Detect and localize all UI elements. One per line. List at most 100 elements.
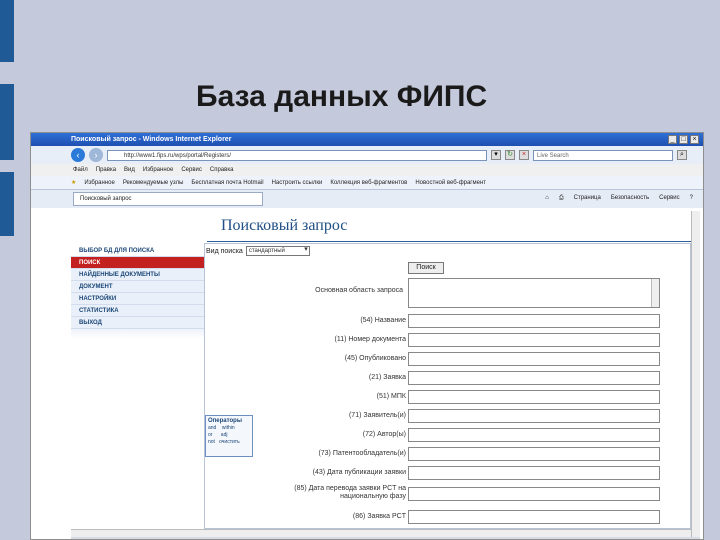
horizontal-scrollbar[interactable] [71,529,691,537]
minimize-icon[interactable]: _ [668,135,677,144]
maximize-icon[interactable]: □ [679,135,688,144]
application-field[interactable] [408,371,660,385]
clear-link[interactable]: очистить [219,439,240,445]
field-label: (45) Опубликовано [344,355,406,362]
search-form: Вид поиска стандартный Поиск Основная об… [204,243,691,529]
search-type-label: Вид поиска [206,247,243,255]
author-field[interactable] [408,428,660,442]
main-query-textarea[interactable] [408,278,660,308]
operator-link[interactable]: or [208,432,212,438]
ipc-field[interactable] [408,390,660,404]
operators-box: Операторы and within or adj not очистить [205,415,253,457]
menu-item[interactable]: Сервис [181,167,202,173]
sidebar-item-statistics[interactable]: СТАТИСТИКА [71,305,204,317]
main-area-label: Основная область запроса [315,287,403,294]
sidebar-item-select-db[interactable]: ВЫБОР БД ДЛЯ ПОИСКА [71,245,204,257]
operators-title: Операторы [208,418,242,424]
favorites-link[interactable]: Настроить ссылки [272,180,323,186]
applicant-field[interactable] [408,409,660,423]
page-content: Поисковый запрос ВЫБОР БД ДЛЯ ПОИСКА ПОИ… [71,211,691,529]
field-row: (51) МПК [205,390,692,406]
menu-item[interactable]: Правка [96,167,116,173]
operator-link[interactable]: and [208,425,216,431]
divider [207,241,691,242]
operator-link[interactable]: not [208,439,215,445]
help-icon[interactable]: ? [690,195,693,202]
browser-titlebar: Поисковый запрос - Windows Internet Expl… [31,133,703,146]
sidebar-item-exit[interactable]: ВЫХОД [71,317,204,329]
field-row: (73) Патентообладатель(и) [205,447,692,463]
security-menu[interactable]: Безопасность [611,195,649,202]
title-field[interactable] [408,314,660,328]
forward-icon[interactable]: › [89,148,103,162]
favorites-bar: ★ Избранное Рекомендуемые узлы Бесплатна… [31,176,703,190]
page-menu[interactable]: Страница [574,195,601,202]
refresh-icon[interactable]: ↻ [505,150,515,160]
menu-item[interactable]: Файл [73,167,88,173]
patent-holder-field[interactable] [408,447,660,461]
published-field[interactable] [408,352,660,366]
favorites-link[interactable]: Коллекция веб-фрагментов [330,180,407,186]
operator-link[interactable]: within [222,425,235,431]
star-icon[interactable]: ★ [71,179,76,186]
field-row: (11) Номер документа [205,333,692,349]
menu-bar: Файл Правка Вид Избранное Сервис Справка [31,164,703,176]
operator-link[interactable]: adj [221,432,228,438]
favorites-link[interactable]: Бесплатная почта Hotmail [191,180,263,186]
menu-fade [71,329,204,339]
sidebar-item-document[interactable]: ДОКУМЕНТ [71,281,204,293]
field-label: (54) Название [360,317,406,324]
textarea-scrollbar[interactable] [651,279,659,307]
tab-search-query[interactable]: Поисковый запрос [73,192,263,206]
search-type-row: Вид поиска стандартный [206,246,310,256]
field-label: (85) Дата перевода заявки PCT на национа… [294,485,406,500]
field-row: (71) Заявитель(и) [205,409,692,425]
print-icon[interactable]: ⎙ [559,195,564,202]
pct-national-phase-date-field[interactable] [408,487,660,501]
sidebar-item-settings[interactable]: НАСТРОЙКИ [71,293,204,305]
menu-item[interactable]: Справка [210,167,234,173]
menu-item[interactable]: Избранное [143,167,173,173]
search-icon[interactable]: ⌕ [677,150,687,160]
close-icon[interactable]: × [690,135,699,144]
field-label: (72) Автор(ы) [362,431,406,438]
document-number-field[interactable] [408,333,660,347]
slide-accent-bar [0,0,14,62]
window-title: Поисковый запрос - Windows Internet Expl… [71,136,232,143]
field-label: (21) Заявка [368,374,406,381]
search-button[interactable]: Поиск [408,262,444,274]
tab-row: Поисковый запрос ⌂ ⎙ Страница Безопаснос… [31,190,703,208]
vertical-scrollbar[interactable] [691,211,700,537]
favorites-button[interactable]: Избранное [84,180,114,186]
field-row: (54) Название [205,314,692,330]
home-icon[interactable]: ⌂ [545,195,549,202]
slide-accent-bar [0,172,14,236]
sidebar-item-search[interactable]: ПОИСК [71,257,204,269]
side-menu: ВЫБОР БД ДЛЯ ПОИСКА ПОИСК НАЙДЕННЫЕ ДОКУ… [71,245,204,339]
sidebar-item-found-documents[interactable]: НАЙДЕННЫЕ ДОКУМЕНТЫ [71,269,204,281]
field-row: (45) Опубликовано [205,352,692,368]
application-publication-date-field[interactable] [408,466,660,480]
field-label: (71) Заявитель(и) [348,412,406,419]
search-input[interactable]: Live Search [533,149,673,161]
slide: База данных ФИПС Поисковый запрос - Wind… [0,0,720,540]
favorites-link[interactable]: Рекомендуемые узлы [123,180,184,186]
pct-application-field[interactable] [408,510,660,524]
field-label: (11) Номер документа [334,336,407,343]
tools-menu[interactable]: Сервис [659,195,680,202]
menu-item[interactable]: Вид [124,167,135,173]
address-input[interactable]: http://www1.fips.ru/wps/portal/Registers… [107,149,487,161]
address-dropdown-icon[interactable]: ▾ [491,150,501,160]
back-icon[interactable]: ‹ [71,148,85,162]
field-label: (51) МПК [376,393,406,400]
field-label: (43) Дата публикации заявки [312,469,406,476]
favorites-link[interactable]: Новостной веб-фрагмент [415,180,486,186]
field-row: (43) Дата публикации заявки [205,466,692,482]
field-row: (86) Заявка PCT [205,510,692,526]
page-title: Поисковый запрос [221,217,348,234]
field-row: (21) Заявка [205,371,692,387]
stop-icon[interactable]: × [519,150,529,160]
field-row: (85) Дата перевода заявки PCT на национа… [205,485,692,503]
search-type-select[interactable]: стандартный [245,246,310,256]
field-label: (73) Патентообладатель(и) [318,450,406,457]
